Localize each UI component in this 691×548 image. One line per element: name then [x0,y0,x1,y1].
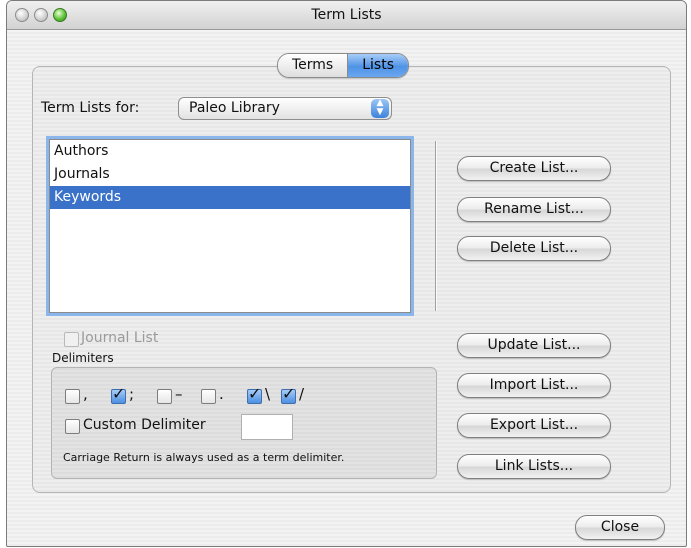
title-bar: Term Lists [7,1,686,30]
delimiter-comma-label: , [83,385,88,403]
term-lists-for-label: Term Lists for: [41,100,140,116]
export-list-button[interactable]: Export List... [457,413,611,438]
journal-list-checkbox[interactable] [64,332,79,347]
library-select-value: Paleo Library [189,100,280,116]
delimiter-period-checkbox[interactable] [201,389,216,404]
delimiter-slash-checkbox[interactable] [281,384,296,404]
delimiter-semicolon-label: ; [129,385,135,403]
term-lists-listbox[interactable]: Authors Journals Keywords [49,139,411,313]
custom-delimiter-label: Custom Delimiter [83,417,206,433]
delimiter-comma-checkbox[interactable] [65,389,80,404]
tab-terms[interactable]: Terms [278,54,348,77]
create-list-button[interactable]: Create List... [457,156,611,181]
link-lists-button[interactable]: Link Lists... [457,454,611,479]
close-button[interactable]: Close [575,515,665,540]
delimiter-backslash-label: \ [265,385,271,403]
journal-list-label: Journal List [81,330,159,346]
window-title: Term Lists [311,7,382,23]
delete-list-button[interactable]: Delete List... [457,236,611,261]
list-item-journals[interactable]: Journals [50,163,410,186]
custom-delimiter-checkbox[interactable] [65,419,80,434]
tab-lists[interactable]: Lists [347,54,409,77]
custom-delimiter-input[interactable] [241,414,293,440]
rename-list-button[interactable]: Rename List... [457,197,611,222]
library-select[interactable]: Paleo Library ▲ ▼ [178,97,392,120]
updown-arrows-icon: ▲ ▼ [371,99,389,118]
delimiter-dash-checkbox[interactable] [157,389,172,404]
delimiter-dash-label: – [175,385,183,403]
delimiters-title: Delimiters [52,351,114,365]
delimiter-slash-label: / [299,385,305,403]
delimiter-note: Carriage Return is always used as a term… [63,451,345,464]
delimiter-period-label: . [219,385,224,403]
tab-bar: Terms Lists [277,53,410,78]
import-list-button[interactable]: Import List... [457,373,611,398]
delimiter-backslash-checkbox[interactable] [247,384,262,404]
term-lists-window: Term Lists Terms Lists Term Lists for: P… [6,0,687,547]
list-item-authors[interactable]: Authors [50,140,410,163]
delimiter-semicolon-checkbox[interactable] [111,384,126,404]
list-item-keywords[interactable]: Keywords [50,186,410,209]
update-list-button[interactable]: Update List... [457,333,611,358]
vertical-divider [435,141,437,311]
